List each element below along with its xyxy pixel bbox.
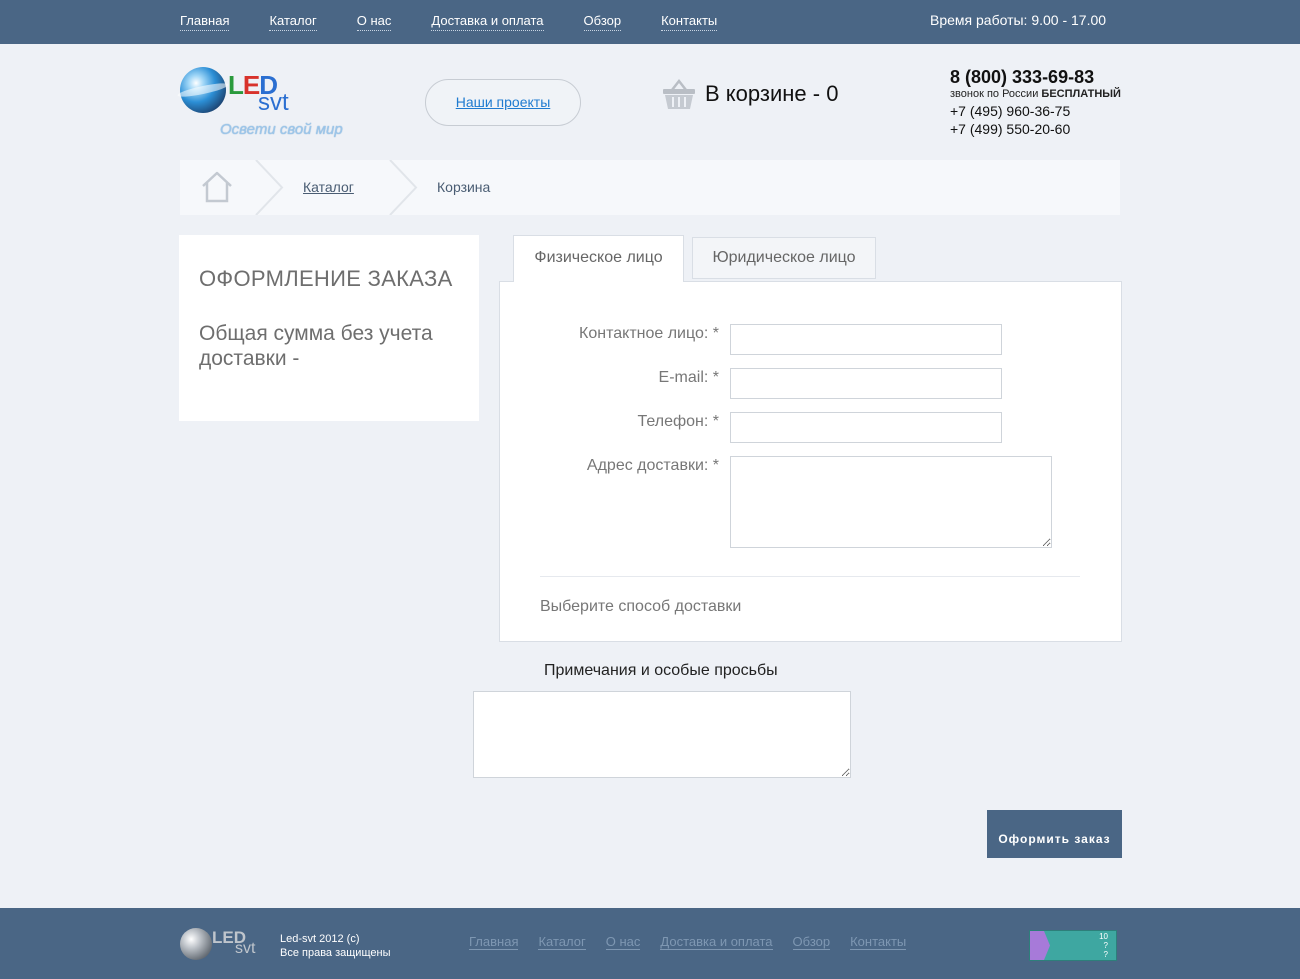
logo-slogan: Освети свой мир <box>220 121 343 138</box>
visitor-counter[interactable]: 10 ? ? <box>1029 930 1117 961</box>
phone-secondary: +7 (495) 960-36-75 <box>950 103 1071 119</box>
work-hours: Время работы: 9.00 - 17.00 <box>930 12 1107 28</box>
phone-note: звонок по России БЕСПЛАТНЫЙ <box>950 88 1121 100</box>
contact-label: Контактное лицо: * <box>579 325 719 342</box>
cart-summary[interactable]: В корзине - 0 <box>705 81 838 107</box>
footer-nav-contacts[interactable]: Контакты <box>850 935 907 950</box>
breadcrumb-catalog[interactable]: Каталог <box>303 179 354 195</box>
footer-nav-delivery[interactable]: Доставка и оплата <box>660 935 773 950</box>
breadcrumb-separator-icon <box>255 160 284 215</box>
phone-main: 8 (800) 333-69-83 <box>950 67 1095 87</box>
breadcrumb-cart: Корзина <box>437 179 491 195</box>
footer-logo-svt: svt <box>235 940 256 957</box>
address-textarea[interactable] <box>730 456 1052 548</box>
projects-button[interactable]: Наши проекты <box>425 79 581 126</box>
footer: LED svt Led-svt 2012 (c) Все права защищ… <box>0 908 1300 979</box>
top-nav: Главная Каталог О нас Доставка и оплата … <box>180 13 757 31</box>
email-label: E-mail: * <box>658 369 719 386</box>
tab-legal-entity[interactable]: Юридическое лицо <box>692 237 876 279</box>
order-form: Контактное лицо: * E-mail: * Телефон: * … <box>499 281 1122 642</box>
top-nav-about[interactable]: О нас <box>356 13 392 31</box>
submit-order-button[interactable]: Оформить заказ <box>987 810 1122 858</box>
address-label: Адрес доставки: * <box>586 457 719 474</box>
phone-label: Телефон: * <box>637 413 720 430</box>
top-nav-contacts[interactable]: Контакты <box>661 13 718 31</box>
home-icon[interactable] <box>200 170 234 204</box>
projects-link[interactable]: Наши проекты <box>456 94 551 110</box>
form-divider <box>540 576 1080 577</box>
basket-icon[interactable] <box>662 78 696 110</box>
order-total: Общая сумма без учета доставки - <box>199 322 433 370</box>
footer-nav-review[interactable]: Обзор <box>792 935 831 950</box>
footer-nav-catalog[interactable]: Каталог <box>538 935 586 950</box>
top-nav-review[interactable]: Обзор <box>583 13 622 31</box>
top-nav-home[interactable]: Главная <box>180 13 230 31</box>
site-logo[interactable]: LED svt Освети свой мир <box>180 64 350 142</box>
top-nav-catalog[interactable]: Каталог <box>269 13 317 31</box>
email-input[interactable] <box>730 368 1002 399</box>
order-title: ОФОРМЛЕНИЕ ЗАКАЗА <box>199 266 453 291</box>
footer-logo[interactable]: LED svt <box>180 926 265 962</box>
footer-logo-globe-icon <box>180 928 212 960</box>
counter-values: 10 ? ? <box>1099 932 1108 959</box>
footer-nav-about[interactable]: О нас <box>605 935 641 950</box>
breadcrumb-separator-icon <box>389 160 418 215</box>
footer-nav-home[interactable]: Главная <box>469 935 519 950</box>
logo-globe-icon <box>180 67 226 113</box>
logo-svt-text: svt <box>258 89 289 116</box>
phone-tertiary: +7 (499) 550-20-60 <box>950 121 1071 137</box>
contact-input[interactable] <box>730 324 1002 355</box>
tab-individual[interactable]: Физическое лицо <box>513 235 684 282</box>
phone-input[interactable] <box>730 412 1002 443</box>
top-nav-delivery[interactable]: Доставка и оплата <box>431 13 544 31</box>
footer-copyright: Led-svt 2012 (c) Все права защищены <box>280 933 391 959</box>
notes-label: Примечания и особые просьбы <box>544 662 778 679</box>
counter-chart-icon <box>1030 931 1050 960</box>
notes-textarea[interactable] <box>473 691 851 778</box>
order-summary-panel: ОФОРМЛЕНИЕ ЗАКАЗА Общая сумма без учета … <box>179 235 479 421</box>
delivery-method-label[interactable]: Выберите способ доставки <box>540 598 741 616</box>
breadcrumb: Каталог Корзина <box>180 160 1120 215</box>
footer-nav: Главная Каталог О нас Доставка и оплата … <box>469 935 926 950</box>
top-bar: Главная Каталог О нас Доставка и оплата … <box>0 0 1300 44</box>
